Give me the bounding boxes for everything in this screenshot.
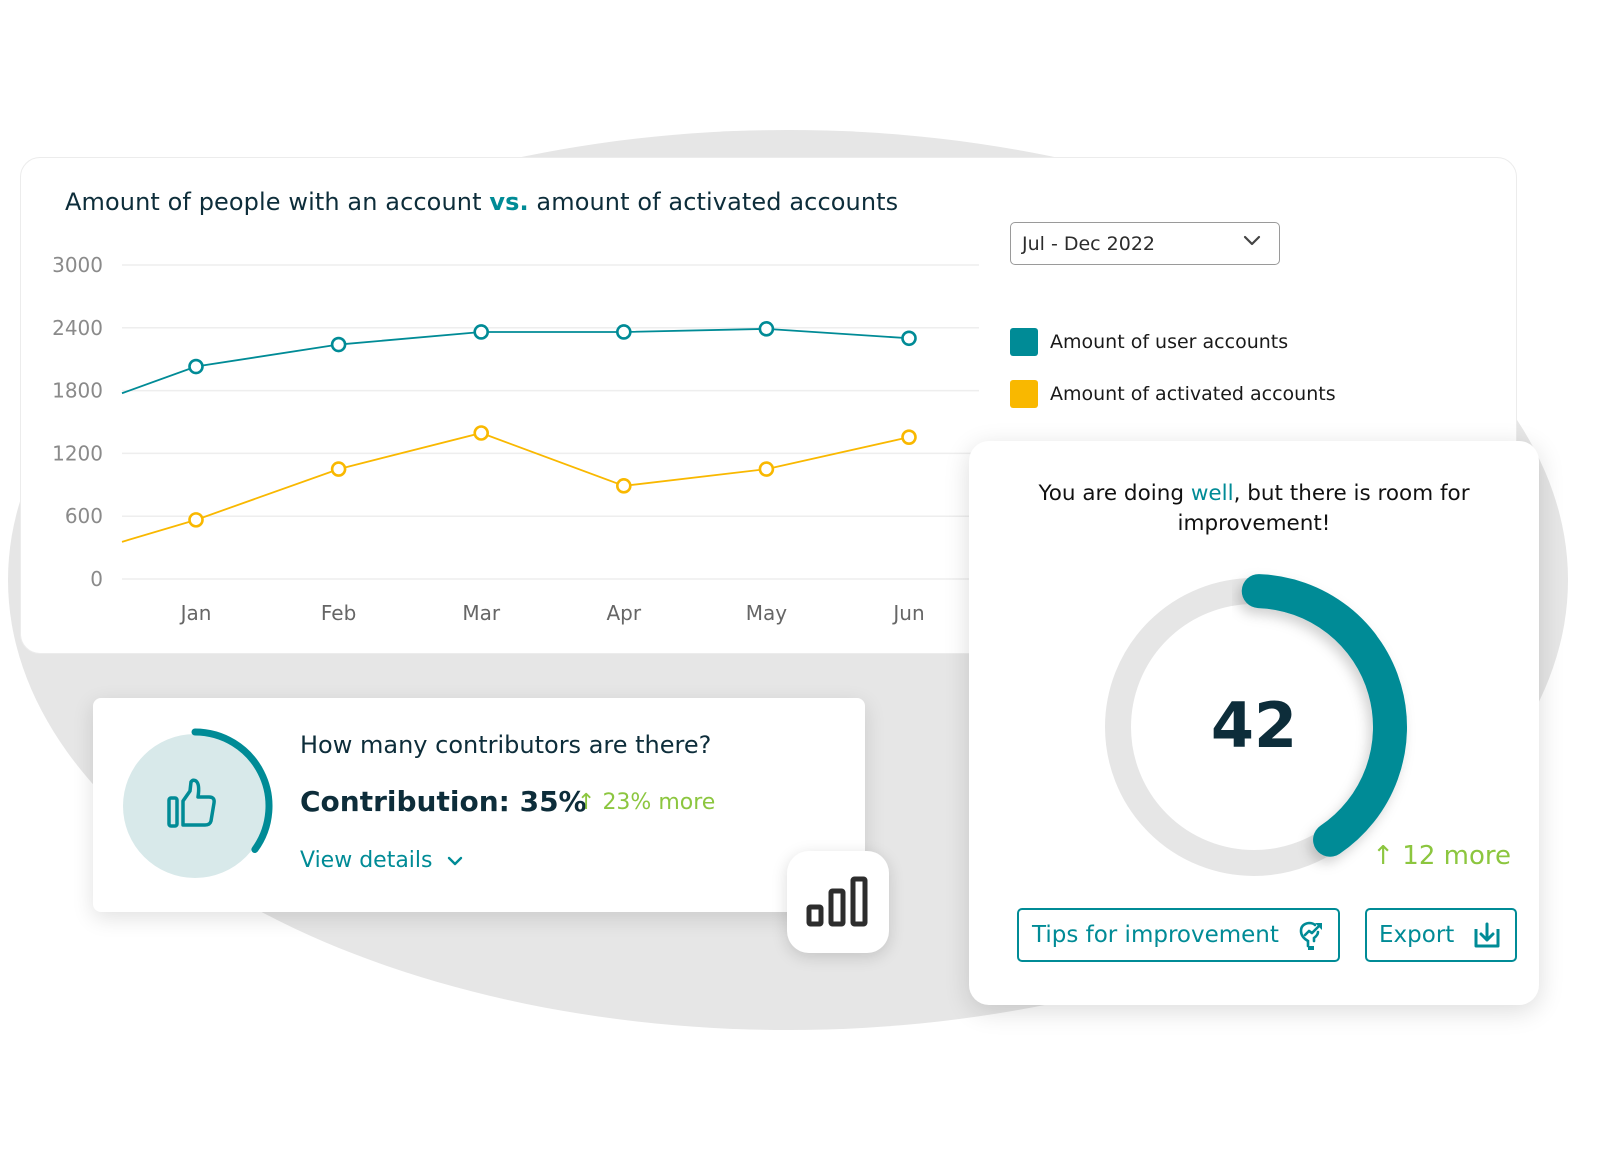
chevron-down-icon: [1243, 235, 1261, 246]
legend-swatch: [1010, 380, 1038, 408]
period-select-value: Jul - Dec 2022: [1022, 233, 1156, 255]
export-button[interactable]: Export: [1365, 908, 1517, 962]
contributors-card: How many contributors are there? Contrib…: [93, 698, 865, 912]
data-point: [330, 336, 347, 353]
tips-for-improvement-button[interactable]: Tips for improvement: [1017, 908, 1340, 962]
x-tick-label: Apr: [606, 601, 641, 625]
bar-chart-badge[interactable]: [787, 851, 889, 953]
score-delta: ↑ 12 more: [1372, 841, 1511, 871]
data-point: [615, 478, 632, 494]
data-point: [758, 461, 775, 477]
data-point: [188, 358, 204, 375]
tips-button-label: Tips for improvement: [1032, 922, 1279, 948]
data-point: [901, 330, 917, 347]
x-tick-label: Feb: [321, 601, 356, 625]
x-tick-label: Mar: [462, 601, 501, 625]
y-tick-label: 0: [90, 567, 103, 591]
chart-legend: Amount of user accounts Amount of activa…: [1010, 328, 1336, 432]
y-tick-label: 1200: [52, 441, 103, 465]
data-point: [188, 512, 204, 528]
period-select[interactable]: Jul - Dec 2022: [1010, 222, 1280, 265]
legend-swatch: [1010, 328, 1038, 356]
data-point: [901, 429, 917, 445]
contribution-delta: ↑ 23% more: [577, 790, 715, 815]
score-value: 42: [1210, 689, 1298, 762]
data-point: [473, 425, 490, 441]
contribution-progress-ring: [123, 728, 273, 878]
y-tick-label: 2400: [52, 316, 103, 340]
series-line-activated-accounts: [121, 432, 910, 543]
view-details-link[interactable]: View details: [300, 848, 463, 873]
contributors-question: How many contributors are there?: [300, 731, 712, 759]
lightbulb-growth-icon: [1299, 921, 1322, 950]
legend-item-user-accounts: Amount of user accounts: [1010, 328, 1336, 356]
legend-item-activated-accounts: Amount of activated accounts: [1010, 380, 1336, 408]
contribution-delta-text: 23% more: [602, 790, 716, 815]
arrow-up-icon: ↑: [1372, 841, 1395, 871]
score-message-accent: well: [1190, 481, 1234, 506]
arrow-up-icon: ↑: [577, 790, 596, 815]
score-card: You are doing well, but there is room fo…: [969, 441, 1539, 1005]
data-point: [758, 321, 775, 337]
export-button-label: Export: [1379, 922, 1455, 948]
x-tick-label: May: [746, 601, 788, 625]
chevron-down-icon: [447, 856, 462, 865]
legend-label: Amount of activated accounts: [1050, 383, 1336, 405]
x-tick-label: Jun: [891, 601, 924, 625]
x-tick-label: Jan: [179, 601, 212, 625]
y-tick-label: 600: [65, 504, 103, 528]
y-tick-label: 1800: [52, 379, 103, 403]
series-line-user-accounts: [121, 327, 910, 395]
data-point: [330, 461, 347, 477]
download-icon: [1474, 922, 1500, 948]
view-details-label: View details: [300, 848, 433, 873]
bar-chart-icon: [806, 876, 868, 927]
score-message-part1: You are doing: [1038, 481, 1184, 506]
line-chart: 0 600 1200 1800 2400 3000 Jan Feb Mar Apr May Jun: [52, 253, 979, 625]
data-point: [615, 324, 632, 340]
score-message: You are doing well, but there is room fo…: [1009, 479, 1499, 539]
score-delta-text: 12 more: [1402, 841, 1511, 871]
data-point: [473, 324, 490, 340]
contribution-value: Contribution: 35%: [300, 785, 587, 818]
y-tick-label: 3000: [52, 253, 103, 277]
legend-label: Amount of user accounts: [1050, 331, 1289, 353]
